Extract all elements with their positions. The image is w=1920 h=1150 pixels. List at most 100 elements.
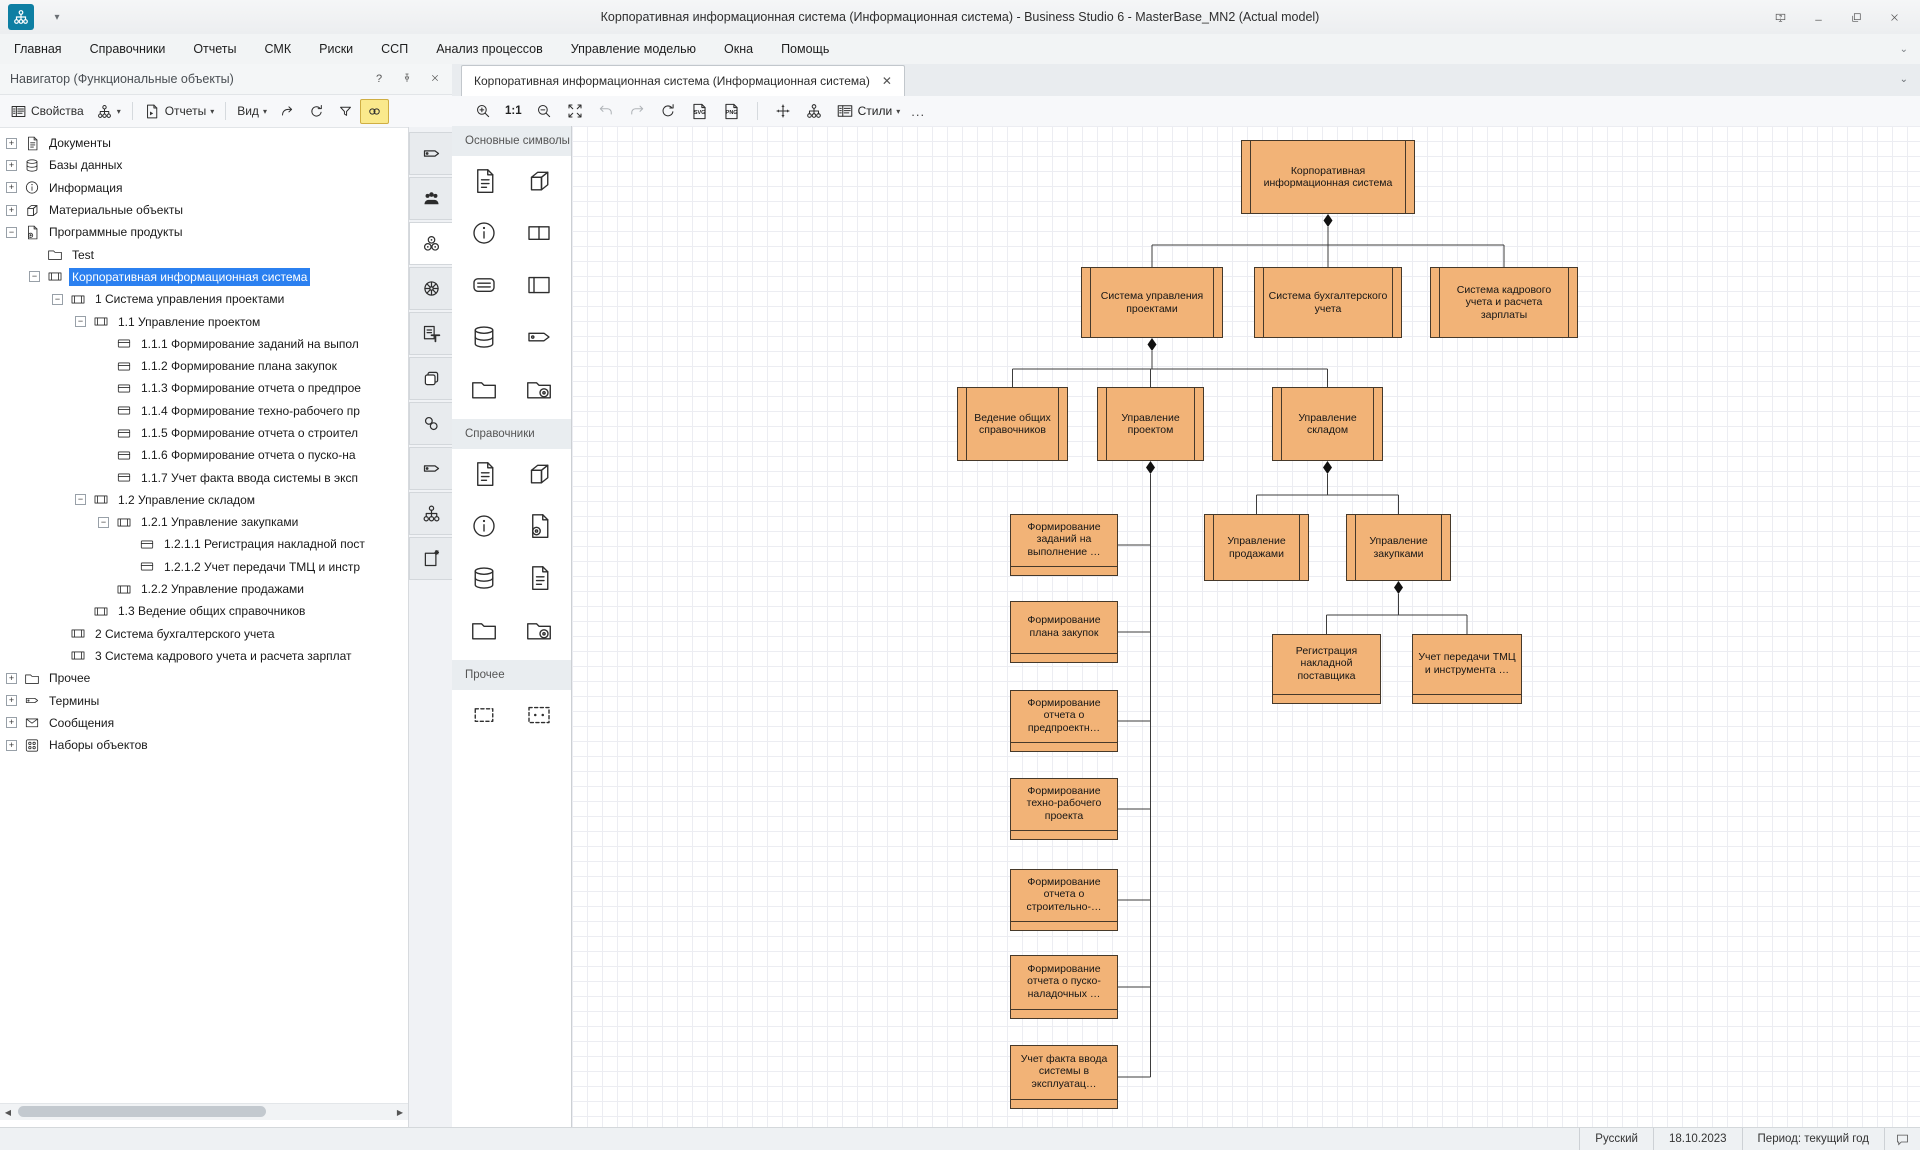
tree-item[interactable]: −1.2 Управление складом: [0, 489, 408, 511]
expand-icon[interactable]: +: [6, 182, 17, 193]
expand-icon[interactable]: −: [29, 271, 40, 282]
tab-list-chevron[interactable]: ⌄: [1900, 74, 1908, 85]
strip-button[interactable]: [409, 132, 452, 175]
tree-item[interactable]: 1.3 Ведение общих справочников: [0, 600, 408, 622]
tab-close-icon[interactable]: ✕: [882, 75, 892, 87]
palette-symbol[interactable]: [469, 700, 499, 735]
redo-button[interactable]: [626, 100, 648, 122]
palette-symbol[interactable]: [469, 459, 499, 494]
diagram-node[interactable]: Корпоративная информационная система: [1241, 140, 1415, 214]
tree-item[interactable]: −1 Система управления проектами: [0, 288, 408, 310]
palette-symbol[interactable]: [469, 374, 499, 409]
refresh-diagram-button[interactable]: [657, 100, 679, 122]
scroll-left-arrow-icon[interactable]: ◀: [0, 1108, 16, 1117]
tree-item[interactable]: +Сообщения: [0, 712, 408, 734]
expand-icon[interactable]: +: [6, 138, 17, 149]
refresh-button[interactable]: [302, 99, 331, 124]
expand-icon[interactable]: +: [6, 695, 17, 706]
palette-symbol[interactable]: [469, 166, 499, 201]
palette-symbol[interactable]: [524, 166, 554, 201]
tree-item[interactable]: 2 Система бухгалтерского учета: [0, 623, 408, 645]
properties-button[interactable]: Свойства: [4, 99, 90, 124]
palette-symbol[interactable]: [524, 459, 554, 494]
diagram-node[interactable]: Ведение общих справочников: [957, 387, 1068, 461]
close-button[interactable]: [1886, 9, 1902, 25]
menu-item[interactable]: Анализ процессов: [436, 42, 543, 56]
layout-button[interactable]: [803, 100, 825, 122]
menu-item[interactable]: Отчеты: [193, 42, 236, 56]
expand-icon[interactable]: −: [75, 494, 86, 505]
pin-icon[interactable]: [400, 72, 414, 87]
scroll-right-arrow-icon[interactable]: ▶: [392, 1108, 408, 1117]
period-indicator[interactable]: Период: текущий год: [1742, 1128, 1884, 1150]
diagram-node[interactable]: Формирование плана закупок: [1010, 601, 1118, 663]
diagram-node[interactable]: Формирование техно-рабочего проекта: [1010, 778, 1118, 840]
diagram-node[interactable]: Управление закупками: [1346, 514, 1451, 581]
filter-button[interactable]: [331, 99, 360, 124]
diagram-node[interactable]: Учет передачи ТМЦ и инструмента …: [1412, 634, 1522, 704]
tree-item[interactable]: −1.2.1 Управление закупками: [0, 511, 408, 533]
minimize-button[interactable]: [1810, 9, 1826, 25]
tree-item[interactable]: 1.1.1 Формирование заданий на выпол: [0, 333, 408, 355]
tree-item[interactable]: +Прочее: [0, 667, 408, 689]
palette-symbol[interactable]: [469, 270, 499, 305]
palette-symbol[interactable]: [469, 322, 499, 357]
tree-item[interactable]: 1.1.7 Учет факта ввода системы в эксп: [0, 466, 408, 488]
date-indicator[interactable]: 18.10.2023: [1653, 1128, 1742, 1150]
tree-item[interactable]: −Программные продукты: [0, 221, 408, 243]
palette-symbol[interactable]: [524, 563, 554, 598]
menu-item[interactable]: СМК: [265, 42, 292, 56]
expand-icon[interactable]: +: [6, 160, 17, 171]
language-indicator[interactable]: Русский: [1579, 1128, 1653, 1150]
strip-button[interactable]: [409, 177, 452, 220]
menu-item[interactable]: Справочники: [90, 42, 166, 56]
diagram-node[interactable]: Формирование заданий на выполнение …: [1010, 514, 1118, 576]
strip-button[interactable]: [409, 222, 452, 265]
messages-bubble-icon[interactable]: [1884, 1128, 1920, 1150]
tree-item[interactable]: 1.2.2 Управление продажами: [0, 578, 408, 600]
follow-button[interactable]: [273, 99, 302, 124]
horizontal-scrollbar[interactable]: ◀ ▶: [0, 1103, 408, 1120]
help-button[interactable]: ?: [372, 73, 386, 85]
quick-access-toggle[interactable]: ▾: [44, 12, 70, 23]
diagram-canvas[interactable]: Корпоративная информационная система Сист…: [572, 126, 1920, 1128]
expand-icon[interactable]: −: [6, 227, 17, 238]
palette-symbol[interactable]: [469, 615, 499, 650]
link-mode-button[interactable]: [360, 99, 389, 124]
expand-icon[interactable]: −: [52, 294, 63, 305]
feedback-icon[interactable]: [1772, 9, 1788, 25]
diagram-node[interactable]: Регистрация накладной поставщика: [1272, 634, 1381, 704]
diagram-node[interactable]: Учет факта ввода системы в эксплуатац…: [1010, 1045, 1118, 1109]
diagram-node[interactable]: Система управления проектами: [1081, 267, 1223, 338]
palette-symbol[interactable]: [524, 374, 554, 409]
tree-item[interactable]: 1.1.4 Формирование техно-рабочего пр: [0, 400, 408, 422]
diagram-node[interactable]: Формирование отчета о предпроектн…: [1010, 690, 1118, 752]
expand-icon[interactable]: +: [6, 740, 17, 751]
expand-icon[interactable]: +: [6, 717, 17, 728]
tree-item[interactable]: +Термины: [0, 689, 408, 711]
diagram-node[interactable]: Управление складом: [1272, 387, 1383, 461]
strip-button[interactable]: [409, 537, 452, 580]
tree-item[interactable]: −1.1 Управление проектом: [0, 310, 408, 332]
menu-item[interactable]: Окна: [724, 42, 753, 56]
diagram-node[interactable]: Управление продажами: [1204, 514, 1309, 581]
close-panel-icon[interactable]: [428, 72, 442, 87]
zoom-out-button[interactable]: [533, 100, 555, 122]
tree-item[interactable]: 1.2.1.2 Учет передачи ТМЦ и инстр: [0, 556, 408, 578]
tree-item[interactable]: −Корпоративная информационная система: [0, 266, 408, 288]
strip-button[interactable]: [409, 267, 452, 310]
maximize-button[interactable]: [1848, 9, 1864, 25]
diagram-node[interactable]: Формирование отчета о пуско-наладочных …: [1010, 955, 1118, 1019]
pan-mode-button[interactable]: [772, 100, 794, 122]
tree-item[interactable]: +Базы данных: [0, 154, 408, 176]
menu-overflow-chevron[interactable]: ⌄: [1900, 44, 1908, 55]
scrollbar-thumb[interactable]: [18, 1106, 266, 1117]
menu-item[interactable]: ССП: [381, 42, 408, 56]
palette-symbol[interactable]: [524, 511, 554, 546]
palette-symbol[interactable]: [524, 270, 554, 305]
palette-symbol[interactable]: [469, 563, 499, 598]
tree-item[interactable]: +Документы: [0, 132, 408, 154]
reports-button[interactable]: Отчеты▾: [138, 99, 221, 124]
expand-icon[interactable]: +: [6, 205, 17, 216]
palette-symbol[interactable]: [469, 511, 499, 546]
